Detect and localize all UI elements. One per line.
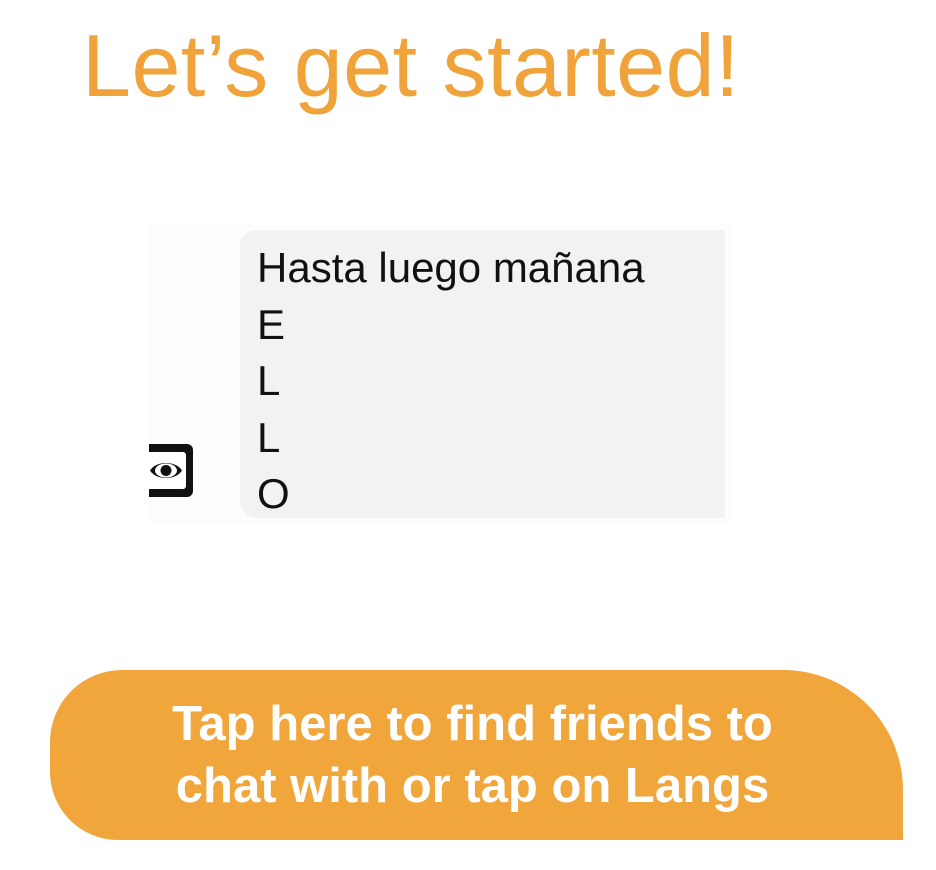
- view-once-icon[interactable]: [149, 442, 193, 499]
- page-title: Let’s get started!: [82, 16, 740, 115]
- eye-icon: [149, 444, 193, 497]
- message-line: L: [257, 357, 281, 404]
- find-friends-button[interactable]: Tap here to find friends to chat with or…: [50, 670, 903, 840]
- message-line: E: [257, 300, 286, 348]
- message-line: L: [257, 413, 281, 461]
- find-friends-button-label: Tap here to find friends to chat with or…: [172, 697, 773, 813]
- message-bubble: Hasta luego mañana E L L O: [240, 230, 725, 518]
- message-line: Hasta luego mañana: [257, 244, 645, 291]
- message-line: O: [257, 470, 290, 517]
